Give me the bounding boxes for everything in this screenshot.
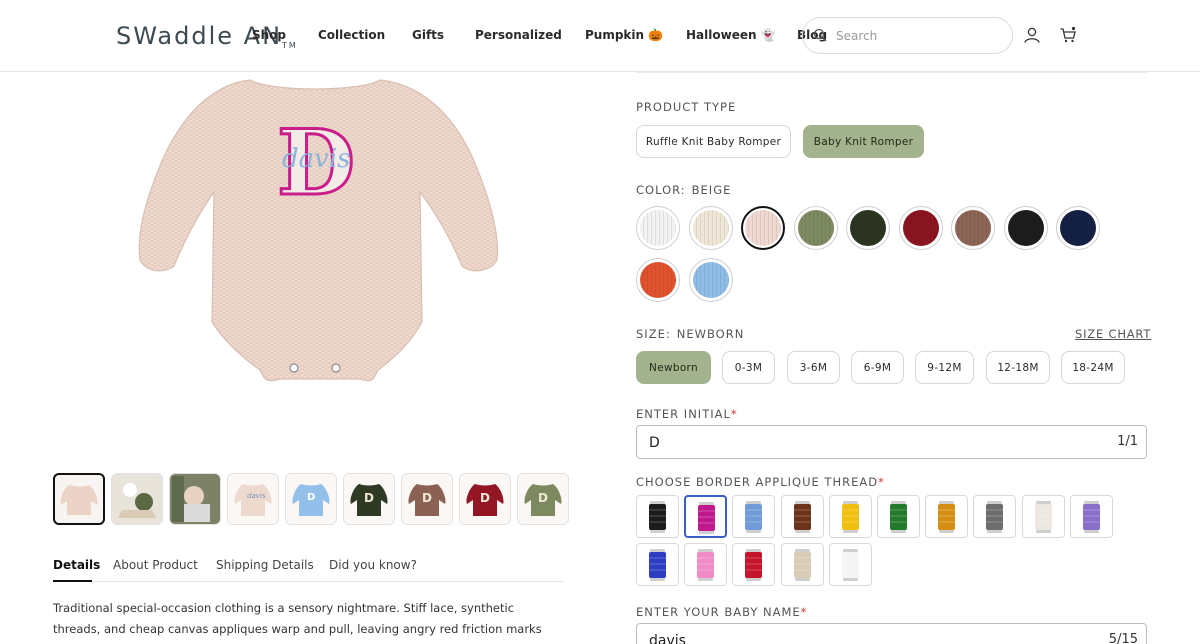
thumbnail-9[interactable]: D: [517, 473, 569, 525]
search-box[interactable]: [802, 17, 1013, 54]
initial-char-count: 1/1: [1117, 434, 1138, 449]
svg-text:D: D: [480, 491, 490, 505]
divider: [636, 72, 1147, 73]
thread-spool[interactable]: [636, 543, 679, 586]
product-type-ruffle-knit[interactable]: Ruffle Knit Baby Romper: [636, 125, 791, 158]
color-swatch-fill: [955, 210, 991, 246]
tab-details[interactable]: Details: [53, 558, 100, 572]
product-type-label: PRODUCT TYPE: [636, 100, 737, 114]
nav-shop[interactable]: Shop: [252, 28, 286, 42]
thread-spool[interactable]: [877, 495, 920, 538]
main-image-name: davis: [282, 144, 351, 174]
color-swatch[interactable]: [741, 206, 785, 250]
svg-text:D: D: [538, 491, 548, 505]
color-swatch-fill: [797, 210, 834, 246]
initial-field[interactable]: 1/1: [636, 425, 1147, 459]
thread-spool[interactable]: [684, 543, 728, 586]
baby-name-char-count: 5/15: [1108, 632, 1138, 644]
active-tab-underline: [53, 580, 92, 582]
size-0-3m[interactable]: 0-3M: [722, 351, 775, 384]
thumbnail-1[interactable]: [53, 473, 105, 525]
thumbnail-5[interactable]: D: [285, 473, 337, 525]
nav-pumpkin[interactable]: Pumpkin 🎃: [585, 28, 663, 42]
color-swatch-fill: [692, 210, 729, 246]
tab-about-product[interactable]: About Product: [113, 558, 198, 572]
color-swatch[interactable]: [1056, 206, 1100, 250]
size-value: NEWBORN: [676, 327, 745, 341]
thread-spool[interactable]: [1069, 495, 1113, 538]
size-9-12m[interactable]: 9-12M: [915, 351, 974, 384]
size-18-24m[interactable]: 18-24M: [1061, 351, 1125, 384]
svg-text:D: D: [307, 492, 315, 503]
thread-label: CHOOSE BORDER APPLIQUE THREAD*: [636, 475, 885, 489]
thread-spool[interactable]: [925, 495, 969, 538]
color-swatch[interactable]: [1003, 206, 1048, 250]
color-swatch[interactable]: [898, 206, 943, 250]
svg-text:D: D: [364, 491, 374, 505]
product-description: Traditional special-occasion clothing is…: [53, 601, 542, 644]
thread-spool[interactable]: [828, 495, 872, 538]
thread-spool[interactable]: [828, 543, 872, 586]
baby-name-label: ENTER YOUR BABY NAME*: [636, 605, 808, 619]
thread-spool[interactable]: [780, 495, 824, 538]
thread-spool[interactable]: [732, 543, 776, 586]
nav-collection[interactable]: Collection: [318, 28, 385, 42]
tab-shipping-details[interactable]: Shipping Details: [216, 558, 314, 572]
color-swatch-fill: [640, 210, 676, 246]
color-swatch[interactable]: [688, 258, 733, 302]
size-newborn[interactable]: Newborn: [636, 351, 711, 384]
nav-personalized[interactable]: Personalized: [475, 28, 562, 42]
thread-spool[interactable]: [1021, 495, 1065, 538]
color-swatch[interactable]: [846, 206, 890, 250]
thumbnail-6[interactable]: D: [343, 473, 395, 525]
size-12-18m[interactable]: 12-18M: [986, 351, 1050, 384]
svg-text:D: D: [422, 491, 432, 505]
thumbnail-2[interactable]: [111, 473, 163, 525]
search-icon: [813, 28, 827, 42]
svg-text:davis: davis: [247, 492, 266, 500]
thread-spool[interactable]: [780, 543, 824, 586]
color-value: BEIGE: [691, 183, 732, 197]
tab-did-you-know[interactable]: Did you know?: [329, 558, 417, 572]
color-swatch[interactable]: [793, 206, 838, 250]
thumbnail-7[interactable]: D: [401, 473, 453, 525]
product-main-image[interactable]: D davis: [110, 72, 520, 392]
thread-spool[interactable]: [636, 495, 679, 538]
color-swatch[interactable]: [636, 206, 680, 250]
product-tabs: Details About Product Shipping Details D…: [53, 556, 564, 582]
size-6-9m[interactable]: 6-9M: [851, 351, 904, 384]
size-label: SIZE: NEWBORN: [636, 327, 745, 341]
nav-gifts[interactable]: Gifts: [412, 28, 444, 42]
color-swatch[interactable]: [636, 258, 680, 302]
thumbnail-3[interactable]: [169, 473, 221, 525]
site-header: SWaddle ANTM Shop Collection Gifts Perso…: [0, 0, 1200, 72]
search-input[interactable]: [836, 27, 1001, 45]
thumbnail-8[interactable]: D: [459, 473, 511, 525]
color-label: COLOR: BEIGE: [636, 183, 732, 197]
thread-spool[interactable]: [973, 495, 1017, 538]
product-type-baby-knit[interactable]: Baby Knit Romper: [803, 125, 924, 158]
cart-icon[interactable]: [1059, 26, 1077, 44]
color-swatch-fill: [692, 262, 729, 298]
color-swatch-fill: [902, 210, 939, 246]
baby-name-field[interactable]: 5/15: [636, 623, 1147, 644]
color-swatch-fill: [1060, 210, 1096, 246]
size-3-6m[interactable]: 3-6M: [787, 351, 840, 384]
thread-spool[interactable]: [684, 495, 728, 538]
size-chart-link[interactable]: SIZE CHART: [1075, 327, 1151, 341]
color-swatch-fill: [850, 210, 886, 246]
thread-spool[interactable]: [732, 495, 776, 538]
initial-label: ENTER INITIAL*: [636, 407, 738, 421]
initial-input[interactable]: [649, 433, 1079, 453]
color-swatch[interactable]: [951, 206, 995, 250]
color-swatch-fill: [745, 210, 781, 246]
color-swatch[interactable]: [688, 206, 733, 250]
nav-halloween[interactable]: Halloween 👻: [686, 28, 776, 42]
thumbnail-4[interactable]: davis: [227, 473, 279, 525]
baby-name-input[interactable]: [649, 631, 1079, 644]
color-swatch-fill: [1007, 210, 1044, 246]
color-swatch-fill: [640, 262, 676, 298]
account-icon[interactable]: [1023, 26, 1041, 44]
